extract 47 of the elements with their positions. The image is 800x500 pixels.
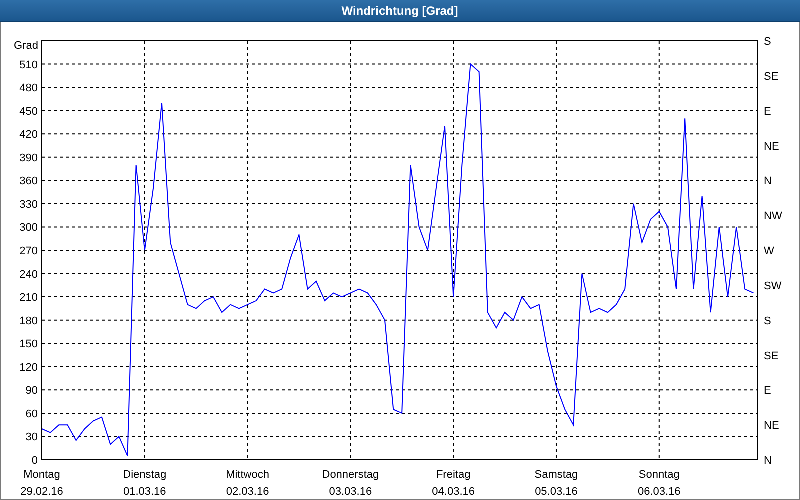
day-label: Samstag <box>534 469 578 481</box>
y-tick-label: 510 <box>20 59 38 72</box>
direction-label: W <box>764 246 774 258</box>
direction-label: NE <box>764 420 780 432</box>
y-tick-label: 480 <box>20 82 38 95</box>
y-tick-label: 270 <box>20 246 38 258</box>
y-tick-label: 30 <box>26 432 38 444</box>
y-tick-label: 180 <box>20 315 38 328</box>
y-axis-title: Grad <box>14 40 38 52</box>
y-tick-label: 450 <box>20 106 38 118</box>
day-label: Freitag <box>436 469 471 481</box>
y-tick-label: 240 <box>20 268 38 281</box>
direction-label: E <box>764 385 772 398</box>
y-tick-label: 90 <box>26 385 38 398</box>
direction-label: SE <box>764 350 779 362</box>
direction-label: SW <box>764 280 782 292</box>
date-label: 02.03.16 <box>226 486 270 498</box>
direction-label: E <box>764 106 772 118</box>
date-label: 05.03.16 <box>535 486 578 498</box>
date-label: 04.03.16 <box>432 486 475 498</box>
direction-label: N <box>764 176 772 188</box>
y-tick-label: 360 <box>20 176 38 188</box>
y-tick-label: 120 <box>20 362 38 374</box>
day-label: Mittwoch <box>226 469 270 481</box>
date-label: 01.03.16 <box>123 486 166 498</box>
date-label: 29.02.16 <box>20 486 64 498</box>
date-label: 03.03.16 <box>329 486 372 498</box>
y-tick-label: 330 <box>20 198 38 211</box>
direction-label: NE <box>764 140 780 153</box>
y-tick-label: 300 <box>20 222 38 234</box>
date-label: 06.03.16 <box>638 486 681 498</box>
day-label: Sonntag <box>638 469 680 481</box>
y-tick-label: 420 <box>20 129 38 142</box>
direction-label: N <box>764 455 772 467</box>
direction-label: S <box>764 315 772 328</box>
direction-label: SE <box>764 70 779 83</box>
day-label: Dienstag <box>123 469 167 481</box>
direction-label: S <box>764 36 772 48</box>
window-title: Windrichtung [Grad] <box>342 2 458 20</box>
y-tick-label: 210 <box>20 292 38 304</box>
y-tick-label: 390 <box>20 152 38 164</box>
y-tick-label: 60 <box>26 408 38 420</box>
direction-label: NW <box>764 210 782 223</box>
day-label: Montag <box>24 469 60 481</box>
y-tick-label: 150 <box>20 338 38 351</box>
y-tick-label: 0 <box>32 455 38 467</box>
day-label: Donnerstag <box>322 469 380 481</box>
